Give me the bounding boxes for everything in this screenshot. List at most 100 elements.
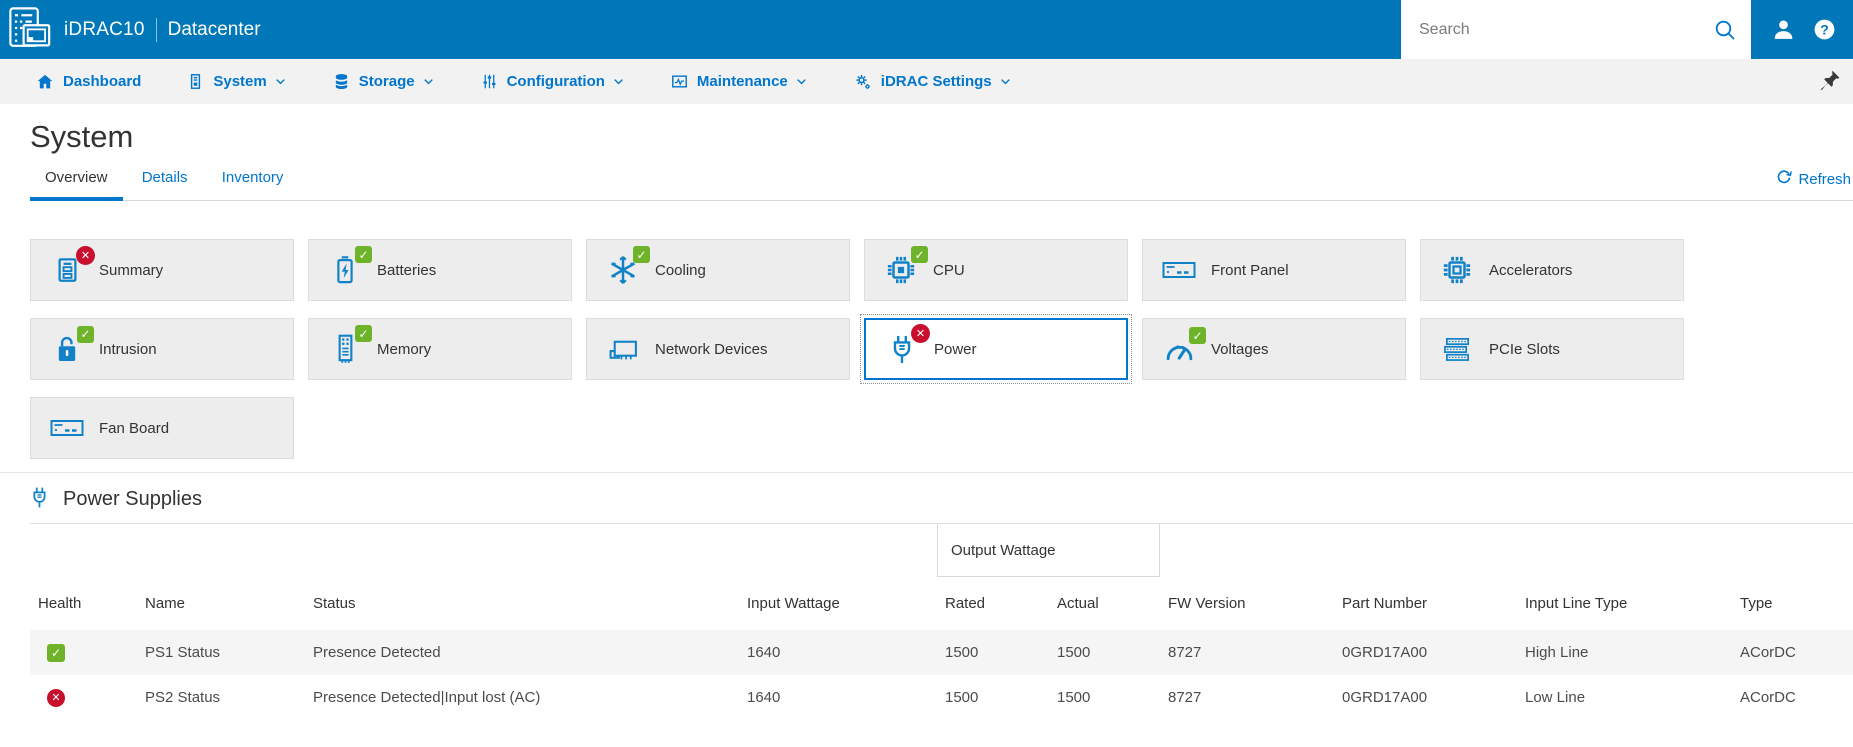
- tile-label: Memory: [377, 340, 432, 358]
- health-cell: [30, 688, 137, 707]
- tile-accelerators[interactable]: Accelerators: [1420, 239, 1684, 301]
- group-header-output-wattage: Output Wattage: [937, 524, 1160, 577]
- refresh-icon: [1776, 169, 1793, 189]
- brand-name: iDRAC10: [64, 18, 145, 40]
- tile-label: CPU: [933, 261, 965, 279]
- tile-pcie-slots[interactable]: PCIe Slots: [1420, 318, 1684, 380]
- tile-fan-board[interactable]: Fan Board: [30, 397, 294, 459]
- status-error-badge: [911, 323, 930, 343]
- actual-cell: 1500: [1057, 689, 1091, 706]
- tile-label: Power: [934, 340, 977, 358]
- snowflake-icon: [604, 246, 650, 285]
- status-ok-badge: [355, 325, 372, 342]
- brand: iDRAC10 Datacenter: [0, 0, 1401, 59]
- table-row: PS1 Status Presence Detected 1640 1500 1…: [30, 630, 1853, 675]
- nav-item-dashboard[interactable]: Dashboard: [36, 73, 141, 91]
- open-lock-icon: [48, 325, 94, 364]
- tab-strip: Overview Details Inventory Refresh: [30, 164, 1853, 201]
- refresh-label: Refresh: [1798, 170, 1851, 188]
- col-header-status: Status: [313, 595, 356, 612]
- tile-label: Batteries: [377, 261, 437, 279]
- tile-label: Intrusion: [99, 340, 157, 358]
- col-header-input-wattage: Input Wattage: [747, 595, 840, 612]
- tile-summary[interactable]: Summary: [30, 239, 294, 301]
- status-ok-badge: [77, 325, 94, 343]
- gauge-icon: [1160, 327, 1206, 362]
- tab-details[interactable]: Details: [127, 164, 203, 201]
- type-cell: ACorDC: [1740, 644, 1796, 661]
- search-input[interactable]: [1419, 20, 1713, 39]
- gears-icon: [854, 73, 872, 91]
- fw-version-cell: 8727: [1168, 689, 1202, 706]
- tab-overview[interactable]: Overview: [30, 164, 123, 201]
- cpu-icon: [882, 246, 928, 285]
- nav-item-maintenance[interactable]: Maintenance: [671, 73, 808, 90]
- tile-power[interactable]: Power: [860, 314, 1132, 384]
- search-icon[interactable]: [1713, 18, 1737, 42]
- chevron-down-icon: [422, 75, 435, 88]
- col-header-input-line-type: Input Line Type: [1525, 595, 1628, 612]
- help-icon[interactable]: ?: [1812, 17, 1837, 42]
- nav-item-storage[interactable]: Storage: [333, 73, 435, 90]
- name-cell: PS2 Status: [145, 689, 221, 706]
- col-header-rated: Rated: [945, 595, 986, 612]
- status-cell: Presence Detected: [313, 644, 441, 661]
- col-header-fw-version: FW Version: [1168, 595, 1246, 612]
- accelerator-chip-icon: [1438, 255, 1476, 285]
- header-actions: ?: [1751, 0, 1853, 59]
- brand-divider: [155, 17, 157, 42]
- fan-board-icon: [48, 419, 86, 437]
- storage-icon: [333, 73, 350, 90]
- status-cell: Presence Detected|Input lost (AC): [313, 689, 541, 706]
- table-header-row: Health Name Status Input Wattage Rated A…: [30, 577, 1853, 630]
- tile-memory[interactable]: Memory: [308, 318, 572, 380]
- input-wattage-cell: 1640: [747, 644, 781, 661]
- refresh-button[interactable]: Refresh: [1776, 169, 1851, 189]
- power-supplies-table: Output Wattage Health Name Status Input …: [30, 523, 1853, 720]
- front-panel-icon: [1160, 261, 1198, 279]
- tile-voltages[interactable]: Voltages: [1142, 318, 1406, 380]
- pin-icon[interactable]: [1819, 69, 1841, 94]
- summary-icon: [48, 246, 95, 284]
- input-line-type-cell: Low Line: [1525, 689, 1586, 706]
- nav-label: Configuration: [506, 73, 605, 90]
- power-supplies-section: Power Supplies Output Wattage Health Nam…: [0, 472, 1853, 720]
- tile-label: Network Devices: [655, 340, 768, 358]
- tile-cooling[interactable]: Cooling: [586, 239, 850, 301]
- table-group-header-row: Output Wattage: [30, 523, 1853, 577]
- rated-cell: 1500: [945, 689, 979, 706]
- tile-front-panel[interactable]: Front Panel: [1142, 239, 1406, 301]
- section-title: Power Supplies: [63, 488, 202, 510]
- user-icon[interactable]: [1771, 17, 1796, 42]
- health-cell: [30, 643, 137, 662]
- chevron-down-icon: [795, 75, 808, 88]
- part-number-cell: 0GRD17A00: [1342, 644, 1428, 661]
- chevron-down-icon: [612, 75, 625, 88]
- main-nav: Dashboard System Storage Configuration M…: [0, 59, 1853, 104]
- tile-cpu[interactable]: CPU: [864, 239, 1128, 301]
- nav-item-system[interactable]: System: [187, 73, 286, 90]
- maintenance-icon: [671, 73, 688, 90]
- health-error-badge: [47, 688, 65, 707]
- tile-network-devices[interactable]: Network Devices: [586, 318, 850, 380]
- nav-label: System: [213, 73, 267, 90]
- nav-label: Maintenance: [696, 73, 788, 90]
- nav-item-configuration[interactable]: Configuration: [481, 73, 625, 90]
- nav-item-idrac-settings[interactable]: iDRAC Settings: [854, 73, 1012, 91]
- memory-stick-icon: [326, 325, 372, 364]
- input-line-type-cell: High Line: [1525, 644, 1589, 661]
- part-number-cell: 0GRD17A00: [1342, 689, 1428, 706]
- chevron-down-icon: [999, 75, 1012, 88]
- pcie-slots-icon: [1438, 336, 1476, 363]
- search-box: [1401, 0, 1751, 59]
- name-cell: PS1 Status: [145, 644, 221, 661]
- tile-batteries[interactable]: Batteries: [308, 239, 572, 301]
- tile-label: Front Panel: [1211, 261, 1289, 279]
- tile-label: PCIe Slots: [1489, 340, 1560, 358]
- tile-intrusion[interactable]: Intrusion: [30, 318, 294, 380]
- battery-icon: [326, 246, 372, 285]
- fw-version-cell: 8727: [1168, 644, 1202, 661]
- app-header: iDRAC10 Datacenter ?: [0, 0, 1853, 59]
- tile-label: Summary: [99, 261, 164, 279]
- tab-inventory[interactable]: Inventory: [207, 164, 299, 201]
